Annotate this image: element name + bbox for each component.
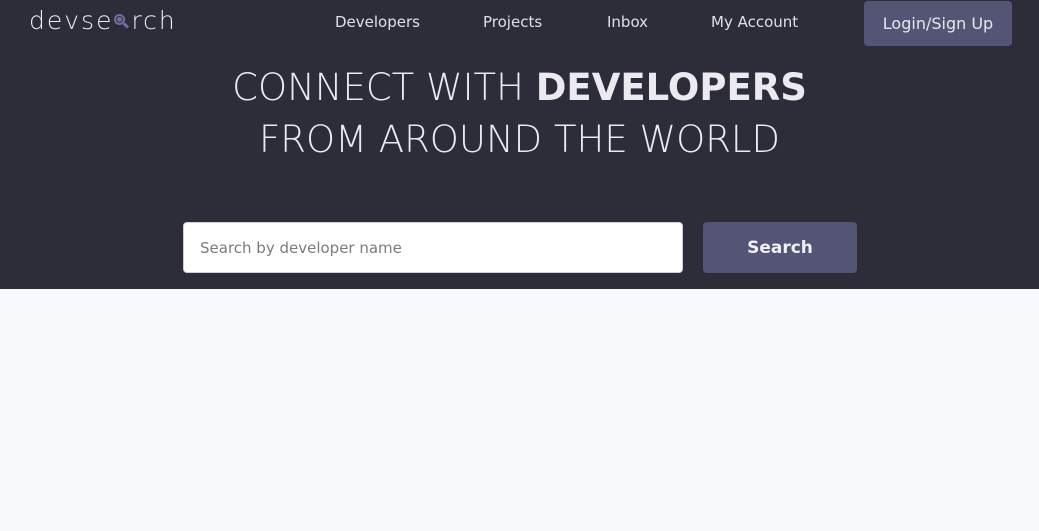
nav-link-inbox[interactable]: Inbox [607,13,648,31]
nav-link-developers[interactable]: Developers [335,13,420,31]
search-input[interactable] [183,222,683,273]
nav-link-projects[interactable]: Projects [483,13,542,31]
search-icon [114,14,130,30]
logo[interactable]: devse rch [29,5,177,35]
login-signup-button[interactable]: Login/Sign Up [864,1,1012,46]
search-button[interactable]: Search [703,222,857,273]
hero-headline-bold: DEVELOPERS [535,66,807,109]
hero-headline-line2: FROM AROUND THE WORLD [258,118,781,161]
hero-headline-light: CONNECT WITH [232,66,536,109]
logo-text-suffix: rch [131,5,177,35]
hero-headline-line1: CONNECT WITH DEVELOPERS [0,66,1039,109]
nav-link-my-account[interactable]: My Account [711,13,798,31]
hero-section: devse rch Developers Projects Inbox My A… [0,0,1039,289]
logo-text-prefix: devse [29,5,114,35]
